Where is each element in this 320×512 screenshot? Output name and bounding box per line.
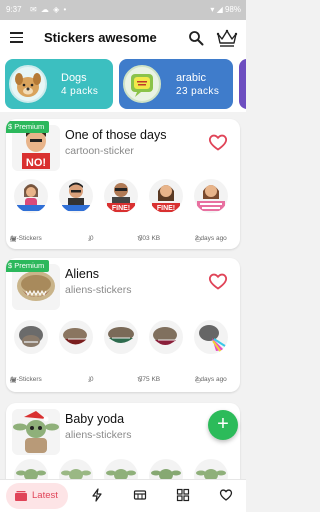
sticker-pack-card[interactable]: NO! $ Premium One of those days cartoon-… bbox=[6, 119, 240, 249]
favorite-heart-icon[interactable] bbox=[208, 272, 228, 290]
alien-sticker-2[interactable] bbox=[59, 320, 93, 354]
grid-icon[interactable] bbox=[176, 488, 190, 502]
category-arabic[interactable]: arabic 23 packs bbox=[119, 59, 233, 109]
sticker-pack-card[interactable]: $ Premium Aliens aliens-stickers ▣ Ar-St… bbox=[6, 258, 240, 392]
crown-icon[interactable] bbox=[216, 28, 238, 48]
nav-latest[interactable]: Latest bbox=[6, 483, 68, 509]
pack-name: Aliens bbox=[65, 267, 100, 281]
pack-meta-row: ▣ Ar-Stickers ⤓ 0 ↻ 703 KB ◷ 2 days ago bbox=[6, 235, 240, 247]
collection-icon bbox=[15, 491, 27, 501]
alien-sticker-3[interactable] bbox=[104, 320, 138, 354]
size-info: ↻ 775 KB bbox=[137, 376, 160, 384]
pack-meta-row: ▣ Ar-Stickers ⤓ 0 ↻ 775 KB ◷ 2 days ago bbox=[6, 376, 240, 388]
author-name: Ar-Stickers bbox=[10, 376, 42, 383]
category-next[interactable] bbox=[239, 59, 246, 109]
lightning-icon[interactable] bbox=[90, 488, 104, 502]
sticker-preview-row bbox=[12, 320, 234, 356]
pack-publisher: cartoon-sticker bbox=[65, 145, 134, 157]
pack-publisher: aliens-stickers bbox=[65, 284, 132, 296]
notification-icons: ✉ ☁ ◈ • bbox=[30, 5, 68, 14]
downloads-count: 0 bbox=[89, 376, 94, 383]
premium-badge: $ Premium bbox=[6, 121, 50, 133]
pack-tray-image bbox=[12, 409, 60, 455]
pack-name: One of those days bbox=[65, 128, 167, 142]
pack-size: 775 KB bbox=[138, 376, 161, 383]
man-sticker[interactable] bbox=[59, 179, 93, 213]
app-bar: Stickers awesome bbox=[0, 20, 246, 56]
status-time: 9:37 bbox=[6, 5, 22, 14]
category-dogs[interactable]: Dogs 4 packs bbox=[5, 59, 113, 109]
downloads-count: 0 bbox=[89, 235, 94, 242]
author-name: Ar-Stickers bbox=[10, 235, 42, 242]
pack-size: 703 KB bbox=[138, 235, 161, 242]
bottom-navigation: Latest bbox=[0, 479, 246, 512]
search-icon[interactable] bbox=[188, 30, 204, 46]
battery-level: 98% bbox=[224, 5, 241, 14]
svg-text:FINE!: FINE! bbox=[112, 205, 130, 212]
status-right: ▾ ◢ 98% bbox=[210, 5, 241, 14]
thank-you-sticker[interactable] bbox=[194, 179, 228, 213]
category-count: 23 packs bbox=[176, 86, 220, 97]
downloads-info: ⤓ 0 bbox=[88, 235, 93, 242]
hamburger-menu-icon[interactable] bbox=[10, 32, 23, 44]
fine-woman-sticker[interactable]: FINE! bbox=[149, 179, 183, 213]
status-bar: 9:37 ✉ ☁ ◈ • ▾ ◢ 98% bbox=[0, 0, 246, 20]
alien-sticker-5[interactable] bbox=[194, 320, 228, 354]
add-pack-button[interactable]: + bbox=[208, 410, 238, 440]
news-icon[interactable] bbox=[133, 488, 147, 502]
category-count: 4 packs bbox=[61, 86, 99, 97]
category-name: Dogs bbox=[61, 72, 87, 84]
app-title: Stickers awesome bbox=[44, 30, 157, 45]
category-carousel: Dogs 4 packs arabic 23 packs bbox=[0, 56, 246, 112]
downloads-info: ⤓ 0 bbox=[88, 376, 93, 383]
dog-icon bbox=[9, 65, 47, 103]
svg-text:NO!: NO! bbox=[26, 157, 46, 169]
fine-man-sticker[interactable]: FINE! bbox=[104, 179, 138, 213]
svg-text:FINE!: FINE! bbox=[157, 205, 175, 212]
pack-publisher: aliens-stickers bbox=[65, 429, 132, 441]
plus-icon: + bbox=[217, 413, 229, 435]
arabic-sticker-icon bbox=[123, 65, 161, 103]
category-name: arabic bbox=[176, 72, 206, 84]
pack-age: 2 days ago bbox=[195, 376, 227, 383]
pack-age: 2 days ago bbox=[195, 235, 227, 242]
sticker-preview-row: FINE! FINE! bbox=[12, 179, 234, 215]
alien-sticker-1[interactable] bbox=[14, 320, 48, 354]
favorites-heart-icon[interactable] bbox=[219, 488, 233, 502]
pack-name: Baby yoda bbox=[65, 412, 125, 426]
alien-sticker-4[interactable] bbox=[149, 320, 183, 354]
size-info: ↻ 703 KB bbox=[137, 235, 160, 243]
premium-badge: $ Premium bbox=[6, 260, 50, 272]
girl-sticker[interactable] bbox=[14, 179, 48, 213]
favorite-heart-icon[interactable] bbox=[208, 133, 228, 151]
nav-latest-label: Latest bbox=[32, 490, 58, 501]
